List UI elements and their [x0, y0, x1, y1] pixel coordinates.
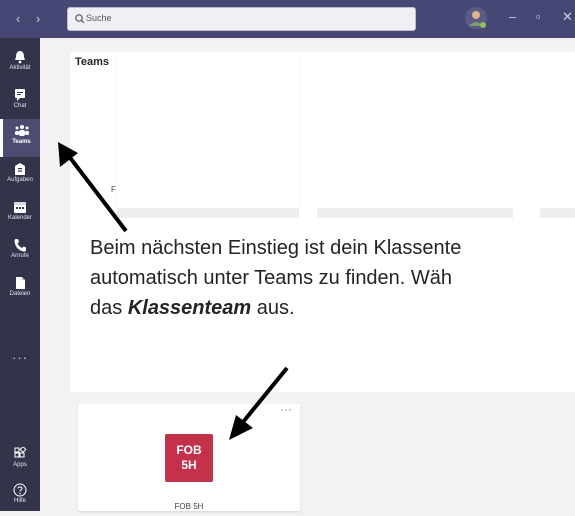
divider	[540, 208, 575, 218]
file-icon	[16, 277, 25, 289]
rail-item-apps[interactable]: Apps	[0, 442, 40, 480]
close-button[interactable]: ✕	[562, 9, 573, 25]
content-pane-right	[327, 54, 559, 212]
divider	[117, 208, 299, 218]
title-bar: ‹ › Suche – ▫ ✕	[0, 0, 575, 38]
instruction-emphasis: Klassenteam	[127, 297, 252, 319]
more-apps-button[interactable]: ···	[0, 350, 40, 365]
instruction-line: automatisch unter Teams zu finden. Wäh	[90, 267, 453, 289]
rail-item-files[interactable]: Dateien	[0, 271, 40, 309]
phone-icon	[14, 239, 26, 252]
calendar-icon	[14, 202, 26, 213]
team-card[interactable]: ··· FOB 5H FOB 5H	[78, 402, 300, 511]
assignments-icon	[15, 163, 25, 175]
page-title: Teams	[75, 56, 110, 68]
search-placeholder: Suche	[86, 13, 112, 23]
content-pane-left	[117, 56, 299, 208]
teams-icon	[14, 125, 29, 136]
divider	[317, 208, 513, 218]
minimize-button[interactable]: –	[509, 9, 516, 24]
search-input[interactable]: Suche	[67, 7, 416, 31]
instruction-line: Beim nächsten Einstieg ist dein Klassent…	[90, 237, 462, 259]
avatar[interactable]	[464, 6, 488, 30]
rail-item-calls[interactable]: Anrufe	[0, 233, 40, 271]
maximize-button[interactable]: ▫	[536, 9, 541, 24]
rail-item-assignments[interactable]: Aufgaben	[0, 157, 40, 195]
back-button[interactable]: ‹	[16, 11, 20, 26]
apps-icon	[14, 447, 27, 458]
rail-item-teams[interactable]: Teams	[0, 119, 40, 157]
rail-item-calendar[interactable]: Kalender	[0, 195, 40, 233]
team-more-options-button[interactable]: ···	[280, 402, 292, 416]
rail-item-activity[interactable]: Aktivität	[0, 45, 40, 83]
rail-item-chat[interactable]: Chat	[0, 83, 40, 121]
forward-button[interactable]: ›	[36, 11, 40, 26]
team-logo[interactable]: FOB 5H	[165, 434, 213, 482]
instruction-line: das Klassenteam aus.	[90, 297, 295, 319]
rail-item-help[interactable]: Hilfe	[0, 478, 40, 516]
help-icon	[13, 483, 27, 497]
app-rail: Aktivität Chat Teams Aufgaben Kalender A…	[0, 38, 40, 511]
instruction-text: Beim nächsten Einstieg ist dein Klassent…	[90, 233, 575, 323]
partial-label: F	[111, 185, 116, 194]
team-name[interactable]: FOB 5H	[78, 502, 300, 511]
bell-icon	[15, 51, 25, 64]
chat-icon	[15, 89, 25, 101]
